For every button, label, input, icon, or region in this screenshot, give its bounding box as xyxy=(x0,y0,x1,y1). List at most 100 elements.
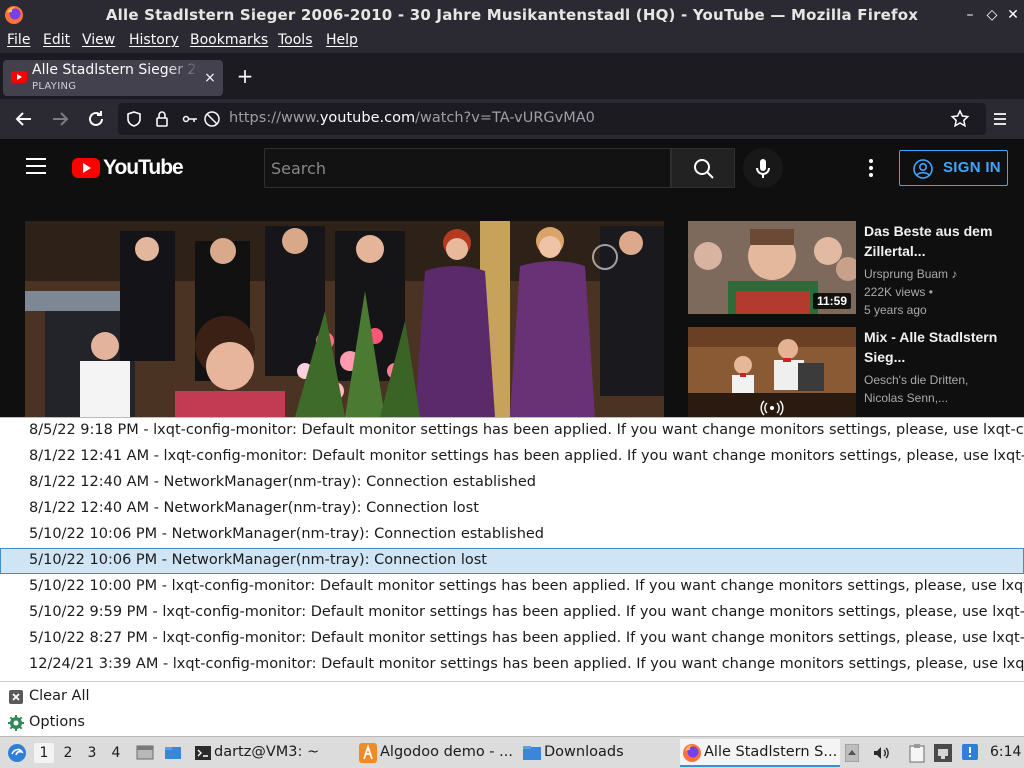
live-radio-icon xyxy=(760,400,784,416)
notification-item[interactable]: 5/10/22 10:00 PM - lxqt-config-monitor: … xyxy=(0,574,1024,600)
url-bar[interactable]: https://www.youtube.com/watch?v=TA-vURGv… xyxy=(118,103,986,135)
views-text: 222K views xyxy=(864,285,926,299)
channel-name: Ursprung Buam xyxy=(864,267,949,281)
show-desktop-icon[interactable] xyxy=(134,737,156,768)
workspace-1[interactable]: 1 xyxy=(34,743,54,763)
app-menu-button[interactable] xyxy=(988,107,1012,131)
notification-item[interactable]: 5/10/22 10:06 PM - NetworkManager(nm-tra… xyxy=(0,522,1024,548)
tab-youtube[interactable]: Alle Stadlstern Sieger 2006-2010 - 30 Ja… xyxy=(3,60,223,96)
workspace-2[interactable]: 2 xyxy=(58,743,78,763)
recommendation-1-title[interactable]: Das Beste aus dem Zillertal... xyxy=(864,221,1014,261)
shield-icon[interactable] xyxy=(124,109,144,129)
workspace-4[interactable]: 4 xyxy=(106,743,126,763)
youtube-header: YouTube Search SIGN IN xyxy=(0,139,1024,197)
notification-text: 12/24/21 3:39 AM - lxqt-config-monitor: … xyxy=(29,656,1024,672)
options-button[interactable]: Options xyxy=(0,711,300,735)
maximize-icon[interactable]: ◇ xyxy=(984,7,1000,23)
tab-playing-status: PLAYING xyxy=(32,81,77,92)
notification-text: 8/5/22 9:18 PM - lxqt-config-monitor: De… xyxy=(29,422,1024,438)
clipboard-icon[interactable] xyxy=(906,737,928,768)
search-input[interactable]: Search xyxy=(264,148,671,188)
notification-list[interactable]: 8/5/22 9:18 PM - lxqt-config-monitor: De… xyxy=(0,418,1024,682)
youtube-logo-icon[interactable] xyxy=(72,158,100,178)
menu-bar: File Edit View History Bookmarks Tools H… xyxy=(0,30,1024,53)
permissions-icon[interactable] xyxy=(180,109,200,129)
more-options-icon[interactable] xyxy=(862,156,880,180)
notification-item[interactable]: 8/1/22 12:40 AM - NetworkManager(nm-tray… xyxy=(0,496,1024,522)
task-terminal[interactable]: dartz@VM3: ~ xyxy=(190,739,350,767)
recommendation-1-channel[interactable]: Ursprung Buam ♪ xyxy=(864,265,1014,283)
account-icon xyxy=(913,159,933,179)
notification-item[interactable]: 5/10/22 10:06 PM - NetworkManager(nm-tra… xyxy=(0,548,1024,574)
notification-text: 5/10/22 9:59 PM - lxqt-config-monitor: D… xyxy=(29,604,1024,620)
forward-button[interactable] xyxy=(48,107,72,131)
notifications-icon[interactable] xyxy=(960,737,980,768)
menu-tools[interactable]: Tools xyxy=(278,32,313,48)
bookmark-star-icon[interactable] xyxy=(950,109,970,129)
workspace-3[interactable]: 3 xyxy=(82,743,102,763)
recommendation-2-line1: Oesch's die Dritten, xyxy=(864,373,969,387)
search-button[interactable] xyxy=(671,148,735,188)
notification-text: 5/10/22 10:06 PM - NetworkManager(nm-tra… xyxy=(29,526,545,542)
new-tab-button[interactable]: + xyxy=(235,66,255,86)
hamburger-icon xyxy=(994,113,1006,125)
search-placeholder: Search xyxy=(271,159,326,178)
reload-icon xyxy=(89,111,103,126)
menu-edit[interactable]: Edit xyxy=(43,32,70,48)
file-manager-quicklaunch-icon[interactable] xyxy=(162,737,184,768)
search-icon xyxy=(694,159,714,179)
menu-view[interactable]: View xyxy=(82,32,115,48)
tray-scroll-icon[interactable] xyxy=(844,737,860,768)
task-downloads[interactable]: Downloads xyxy=(520,739,676,767)
window-title: Alle Stadlstern Sieger 2006-2010 - 30 Ja… xyxy=(105,6,919,24)
notification-item[interactable]: 12/24/21 3:39 AM - lxqt-config-monitor: … xyxy=(0,652,1024,678)
menu-help[interactable]: Help xyxy=(326,32,358,48)
notification-item[interactable]: 8/5/22 9:18 PM - lxqt-config-monitor: De… xyxy=(0,418,1024,444)
lxqt-logo-icon xyxy=(8,744,26,762)
youtube-menu-icon[interactable] xyxy=(26,158,46,174)
video-duration: 11:59 xyxy=(812,293,851,309)
clock[interactable]: 6:14 xyxy=(990,744,1021,760)
task-algodoo[interactable]: Algodoo demo - ... xyxy=(356,739,516,767)
start-menu-button[interactable] xyxy=(4,737,30,768)
video-frame-image xyxy=(25,221,664,417)
network-icon[interactable] xyxy=(932,737,954,768)
minimize-icon[interactable]: – xyxy=(962,7,978,23)
window-titlebar[interactable]: Alle Stadlstern Sieger 2006-2010 - 30 Ja… xyxy=(0,0,1024,30)
menu-history[interactable]: History xyxy=(129,32,179,48)
notification-item[interactable]: 8/1/22 12:41 AM - lxqt-config-monitor: D… xyxy=(0,444,1024,470)
volume-icon[interactable] xyxy=(870,737,892,768)
recommendation-1-thumbnail[interactable]: 11:59 xyxy=(688,221,856,314)
back-button[interactable] xyxy=(12,107,36,131)
recommendation-2-title[interactable]: Mix - Alle Stadlstern Sieg... xyxy=(864,327,1014,367)
notification-text: 8/1/22 12:41 AM - lxqt-config-monitor: D… xyxy=(29,448,1024,464)
sign-in-button[interactable]: SIGN IN xyxy=(899,150,1008,186)
youtube-logo-text[interactable]: YouTube xyxy=(103,156,184,180)
clear-all-button[interactable]: Clear All xyxy=(0,685,300,709)
notification-text: 8/1/22 12:40 AM - NetworkManager(nm-tray… xyxy=(29,500,479,516)
voice-search-button[interactable] xyxy=(743,148,783,188)
url-path: /watch?v=TA-vURGvMA0 xyxy=(415,110,595,126)
close-tab-icon[interactable]: × xyxy=(202,70,218,86)
notification-item[interactable]: 5/10/22 8:27 PM - lxqt-config-monitor: D… xyxy=(0,626,1024,652)
task-label: Algodoo demo - ... xyxy=(380,744,513,760)
reload-button[interactable] xyxy=(84,107,108,131)
clear-icon xyxy=(9,690,23,704)
task-firefox[interactable]: Alle Stadlstern S... xyxy=(680,739,840,767)
menu-file[interactable]: File xyxy=(7,32,30,48)
taskbar: 1234 dartz@VM3: ~ Algodoo demo - ... Dow… xyxy=(0,736,1024,768)
autoplay-blocked-icon[interactable] xyxy=(202,109,222,129)
notification-text: 8/1/22 12:40 AM - NetworkManager(nm-tray… xyxy=(29,474,536,490)
url-prefix: https://www. xyxy=(229,110,320,126)
arrow-right-icon xyxy=(53,112,69,126)
url-domain: youtube.com xyxy=(319,110,416,126)
recommendation-2-thumbnail[interactable] xyxy=(688,327,856,417)
task-label: dartz@VM3: ~ xyxy=(214,744,320,760)
url-text[interactable]: https://www.youtube.com/watch?v=TA-vURGv… xyxy=(229,110,595,126)
video-player[interactable] xyxy=(25,221,664,417)
menu-bookmarks[interactable]: Bookmarks xyxy=(190,32,268,48)
lock-icon[interactable] xyxy=(152,109,172,129)
notification-item[interactable]: 8/1/22 12:40 AM - NetworkManager(nm-tray… xyxy=(0,470,1024,496)
close-window-icon[interactable]: ✕ xyxy=(1005,7,1021,23)
notification-item[interactable]: 5/10/22 9:59 PM - lxqt-config-monitor: D… xyxy=(0,600,1024,626)
